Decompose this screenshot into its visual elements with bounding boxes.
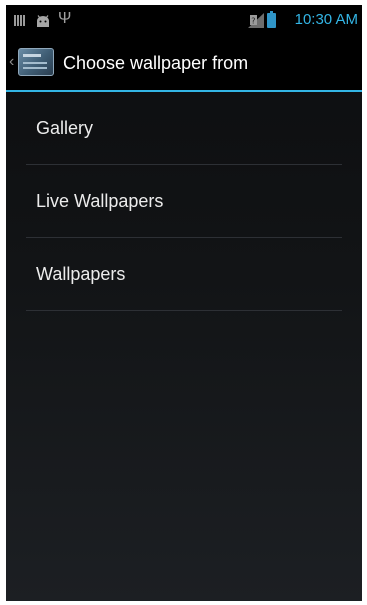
status-bar: Ψ ? 10:30 AM [6,5,362,35]
chevron-left-icon[interactable]: ‹ [9,54,14,70]
status-time: 10:30 AM [294,11,358,28]
list-item-label: Wallpapers [36,264,126,284]
android-icon [35,14,51,27]
list-item-live-wallpapers[interactable]: Live Wallpapers [6,165,362,238]
list-item-wallpapers[interactable]: Wallpapers [6,238,362,311]
divider [26,310,342,311]
usb-icon: Ψ [58,10,72,27]
list-item-label: Live Wallpapers [36,191,164,211]
no-sim-signal-icon: ? [248,13,264,28]
list-item-label: Gallery [36,118,94,138]
list-item-gallery[interactable]: Gallery [6,92,362,165]
action-bar: ‹ Choose wallpaper from [6,35,362,92]
phone-screen: Ψ ? 10:30 AM ‹ Choose wallpaper from Gal… [6,5,362,601]
battery-icon [267,11,276,28]
signal-bars-icon [14,15,28,26]
page-title: Choose wallpaper from [63,53,249,73]
svg-text:?: ? [251,17,255,26]
wallpaper-app-icon[interactable] [18,48,54,76]
wallpaper-source-list: Gallery Live Wallpapers Wallpapers [6,92,362,311]
